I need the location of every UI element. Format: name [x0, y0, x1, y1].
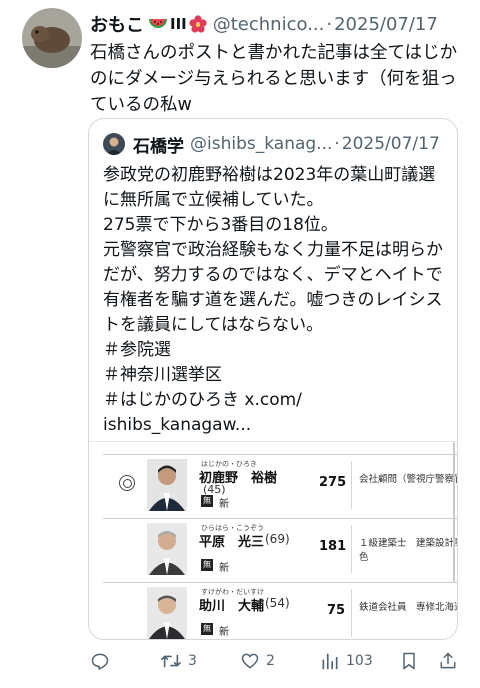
candidate-job: １級建築士 建築設計事務 色 [359, 538, 457, 563]
tweet-action-bar: 3 2 103 [88, 646, 458, 676]
share-button[interactable] [438, 646, 458, 676]
candidate-age: (54) [265, 596, 290, 610]
reply-button[interactable] [90, 646, 110, 676]
quoted-author-avatar [103, 133, 125, 155]
candidate-row: はじかの・ひろき 初鹿野 裕樹 (45) 無 新 275 会社顧問（警視庁警察官… [103, 454, 457, 514]
row-divider [351, 461, 352, 509]
reply-icon [91, 653, 109, 670]
quoted-header: 石橋学 @ishibs_kanag... · 2025/07/17 [103, 131, 440, 157]
quoted-text: 参政党の初鹿野裕樹は2023年の葉山町議選に無所属で立候補していた。 275票で… [103, 163, 449, 438]
candidate-status: 新 [219, 563, 229, 574]
tweet-date[interactable]: 2025/07/17 [334, 14, 438, 35]
quoted-date: 2025/07/17 [341, 134, 440, 154]
url-link[interactable]: ishibs_kanagaw... [103, 413, 449, 438]
hashtag-link[interactable]: ＃参院選 [103, 338, 449, 363]
bookmark-icon [403, 652, 415, 670]
view-count: 103 [346, 653, 373, 669]
hibiscus-emoji [189, 15, 207, 33]
author-avatar[interactable] [22, 8, 82, 68]
candidate-photo [147, 587, 187, 639]
candidate-photo [147, 459, 187, 511]
candidate-status: 新 [219, 499, 229, 510]
candidate-votes: 181 [319, 539, 347, 554]
election-results-image[interactable]: はじかの・ひろき 初鹿野 裕樹 (45) 無 新 275 会社顧問（警視庁警察官… [89, 441, 457, 639]
quoted-author-name: 石橋学 [133, 136, 184, 157]
share-icon [440, 652, 456, 669]
retweet-icon [161, 654, 181, 668]
row-divider [351, 589, 352, 637]
header-separator: · [326, 13, 333, 35]
retweet-button[interactable]: 3 [160, 646, 197, 676]
tweet-header: おもこ III @technico... · 2025/07/17 [90, 10, 470, 38]
retweet-count: 3 [188, 653, 197, 669]
like-button[interactable]: 2 [240, 646, 275, 676]
image-scrollbar[interactable] [453, 442, 455, 582]
like-count: 2 [266, 653, 275, 669]
candidate-name: 平原 光三 [199, 535, 265, 550]
quoted-text-line: 元警察官で政治経験もなく力量不足は明らかだが、努力するのではなく、デマとヘイトで… [103, 240, 443, 335]
views-icon [322, 653, 338, 670]
candidate-photo [147, 523, 187, 575]
candidate-votes: 275 [319, 475, 347, 490]
party-badge: 無 [201, 559, 213, 571]
heart-icon [241, 653, 259, 669]
row-divider [351, 525, 352, 573]
candidate-age: (69) [265, 532, 290, 546]
views-button[interactable]: 103 [320, 646, 373, 676]
candidate-job: 会社顧問（警視庁警察官） [359, 474, 457, 485]
party-badge: 無 [201, 623, 213, 635]
quoted-tweet[interactable]: 石橋学 @ishibs_kanag... · 2025/07/17 参政党の初鹿… [88, 118, 458, 640]
quoted-author-handle: @ishibs_kanag... [190, 134, 333, 154]
candidate-job: 鉄道会社員 専修北海道職 [359, 602, 457, 613]
candidate-votes: 75 [327, 603, 346, 618]
author-name[interactable]: おもこ [90, 11, 144, 37]
bars-glyph: III [170, 15, 187, 33]
tweet-text: 石橋さんのポストと書かれた記事は全てはじかのにダメージ与えられると思います（何を… [90, 43, 458, 115]
name-emoji-group: III [148, 15, 207, 33]
radio-circle-icon [119, 475, 135, 491]
hashtag-link[interactable]: ＃神奈川選挙区 [103, 363, 449, 388]
hashtag-link[interactable]: ＃はじかのひろき x.com/ [103, 388, 449, 413]
party-badge: 無 [201, 495, 213, 507]
quoted-separator: · [334, 134, 340, 154]
quoted-text-line: 参政党の初鹿野裕樹は2023年の葉山町議選に無所属で立候補していた。 [103, 165, 436, 210]
candidate-row: ひらはら・こうぞう 平原 光三 (69) 無 新 181 １級建築士 建築設計事… [103, 518, 457, 578]
candidate-status: 新 [219, 627, 229, 638]
author-handle[interactable]: @technico... [213, 14, 325, 35]
quoted-text-line: 275票で下から3番目の18位。 [103, 215, 338, 235]
bookmark-button[interactable] [400, 646, 418, 676]
candidate-name: 助川 大輔 [199, 599, 265, 614]
candidate-row: すけがわ・だいすけ 助川 大輔 (54) 無 新 75 鉄道会社員 専修北海道職 [103, 582, 457, 639]
watermelon-emoji [149, 19, 167, 28]
